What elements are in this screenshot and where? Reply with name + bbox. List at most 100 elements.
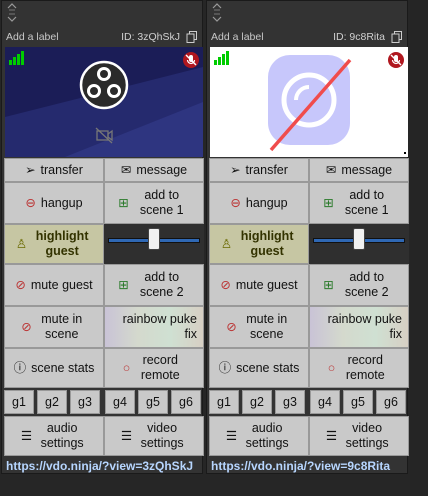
- volume-slider[interactable]: [104, 224, 204, 264]
- add-scene-2-button[interactable]: ⊞ add to scene 2: [104, 264, 204, 306]
- hangup-button[interactable]: ⊖ hangup: [209, 182, 309, 224]
- record-remote-button[interactable]: ○ record remote: [309, 348, 409, 388]
- obs-logo-preview: [5, 60, 203, 157]
- label-row: Add a label ID: 3zQhSkJ: [6, 31, 198, 45]
- mic-off-icon: ⊘: [220, 277, 231, 292]
- rainbow-label: rainbow puke fix: [122, 312, 197, 341]
- group-label: g6: [179, 394, 193, 409]
- guest-id: ID: 3zQhSkJ: [121, 31, 180, 43]
- group-6-button[interactable]: g6: [171, 390, 201, 414]
- scene-stats-label: scene stats: [236, 360, 300, 375]
- group-5-button[interactable]: g5: [138, 390, 168, 414]
- group-4-button[interactable]: g4: [310, 390, 340, 414]
- hangup-label: hangup: [40, 195, 83, 210]
- add-box-icon: ⊞: [323, 195, 334, 210]
- reorder-arrows-icon[interactable]: [6, 2, 18, 27]
- mute-guest-button[interactable]: ⊘ mute guest: [4, 264, 104, 306]
- add-scene-2-label: add to scene 2: [344, 270, 389, 299]
- group-label: g1: [217, 394, 231, 409]
- group-label: g4: [318, 394, 332, 409]
- envelope-icon: ✉: [325, 162, 337, 177]
- record-icon: ○: [327, 360, 336, 375]
- reorder-arrows-icon[interactable]: [211, 2, 223, 27]
- group-6-button[interactable]: g6: [376, 390, 406, 414]
- scrollbar[interactable]: [410, 0, 428, 496]
- audio-settings-label: audio settings: [40, 421, 84, 450]
- record-label: record remote: [345, 353, 385, 382]
- view-link[interactable]: https://vdo.ninja/?view=9c8Rita: [211, 459, 407, 475]
- mute-in-scene-button[interactable]: ⊘ mute in scene: [209, 306, 309, 348]
- volume-slider[interactable]: [309, 224, 409, 264]
- mic-off-icon: ⊘: [21, 319, 32, 334]
- mute-guest-label: mute guest: [30, 277, 93, 292]
- video-settings-label: video settings: [345, 421, 389, 450]
- group-label: g2: [45, 394, 59, 409]
- group-label: g5: [146, 394, 160, 409]
- hangup-button[interactable]: ⊖ hangup: [4, 182, 104, 224]
- add-scene-1-label: add to scene 1: [139, 188, 184, 217]
- group-3-button[interactable]: g3: [275, 390, 305, 414]
- volume-slider-thumb[interactable]: [148, 228, 160, 250]
- add-label-link[interactable]: Add a label: [211, 31, 264, 43]
- card-header: [207, 1, 407, 29]
- envelope-icon: ✉: [120, 162, 132, 177]
- add-box-icon: ⊞: [118, 195, 129, 210]
- add-label-link[interactable]: Add a label: [6, 31, 59, 43]
- rainbow-puke-fix-button[interactable]: rainbow puke fix: [104, 306, 204, 348]
- group-4-button[interactable]: g4: [105, 390, 135, 414]
- guest-id: ID: 9c8Rita: [333, 31, 385, 43]
- scene-stats-button[interactable]: ⓘ scene stats: [209, 348, 309, 388]
- label-row: Add a label ID: 9c8Rita: [211, 31, 403, 45]
- video-settings-button[interactable]: ☰ video settings: [309, 416, 409, 456]
- transfer-button[interactable]: ➢ transfer: [4, 158, 104, 182]
- audio-settings-label: audio settings: [245, 421, 289, 450]
- add-scene-2-button[interactable]: ⊞ add to scene 2: [309, 264, 409, 306]
- add-scene-1-button[interactable]: ⊞ add to scene 1: [104, 182, 204, 224]
- group-2-button[interactable]: g2: [37, 390, 67, 414]
- message-button[interactable]: ✉ message: [104, 158, 204, 182]
- add-scene-2-label: add to scene 2: [139, 270, 184, 299]
- sliders-icon: ☰: [225, 428, 238, 443]
- copy-icon[interactable]: [186, 31, 198, 43]
- scene-stats-button[interactable]: ⓘ scene stats: [4, 348, 104, 388]
- add-box-icon: ⊞: [118, 277, 129, 292]
- highlight-label: highlight guest: [35, 229, 89, 258]
- copy-icon[interactable]: [391, 31, 403, 43]
- group-5-button[interactable]: g5: [343, 390, 373, 414]
- highlight-guest-button[interactable]: ♙ highlight guest: [209, 224, 309, 264]
- video-preview[interactable]: [210, 47, 408, 157]
- rainbow-puke-fix-button[interactable]: rainbow puke fix: [309, 306, 409, 348]
- highlight-guest-button[interactable]: ♙ highlight guest: [4, 224, 104, 264]
- info-icon: ⓘ: [218, 360, 232, 375]
- message-label: message: [341, 162, 393, 177]
- record-remote-button[interactable]: ○ record remote: [104, 348, 204, 388]
- hangup-icon: ⊖: [230, 195, 241, 210]
- add-scene-1-label: add to scene 1: [344, 188, 389, 217]
- rainbow-label: rainbow puke fix: [327, 312, 402, 341]
- transfer-button[interactable]: ➢ transfer: [209, 158, 309, 182]
- video-preview[interactable]: [5, 47, 203, 157]
- mute-guest-label: mute guest: [235, 277, 298, 292]
- mute-in-scene-button[interactable]: ⊘ mute in scene: [4, 306, 104, 348]
- group-2-button[interactable]: g2: [242, 390, 272, 414]
- group-3-button[interactable]: g3: [70, 390, 100, 414]
- add-scene-1-button[interactable]: ⊞ add to scene 1: [309, 182, 409, 224]
- mute-guest-button[interactable]: ⊘ mute guest: [209, 264, 309, 306]
- group-label: g5: [351, 394, 365, 409]
- group-label: g4: [113, 394, 127, 409]
- volume-slider-thumb[interactable]: [353, 228, 365, 250]
- hangup-label: hangup: [245, 195, 288, 210]
- message-button[interactable]: ✉ message: [309, 158, 409, 182]
- audio-settings-button[interactable]: ☰ audio settings: [4, 416, 104, 456]
- person-icon: ♙: [220, 236, 233, 251]
- send-icon: ➢: [25, 162, 36, 177]
- sliders-icon: ☰: [120, 428, 133, 443]
- video-settings-button[interactable]: ☰ video settings: [104, 416, 204, 456]
- guest-control-panel: Add a label ID: 3zQhSkJ ➢ transfer ✉ mes…: [0, 0, 428, 496]
- group-label: g3: [78, 394, 92, 409]
- group-1-button[interactable]: g1: [209, 390, 239, 414]
- record-icon: ○: [122, 360, 131, 375]
- view-link[interactable]: https://vdo.ninja/?view=3zQhSkJ: [6, 459, 202, 475]
- audio-settings-button[interactable]: ☰ audio settings: [209, 416, 309, 456]
- group-1-button[interactable]: g1: [4, 390, 34, 414]
